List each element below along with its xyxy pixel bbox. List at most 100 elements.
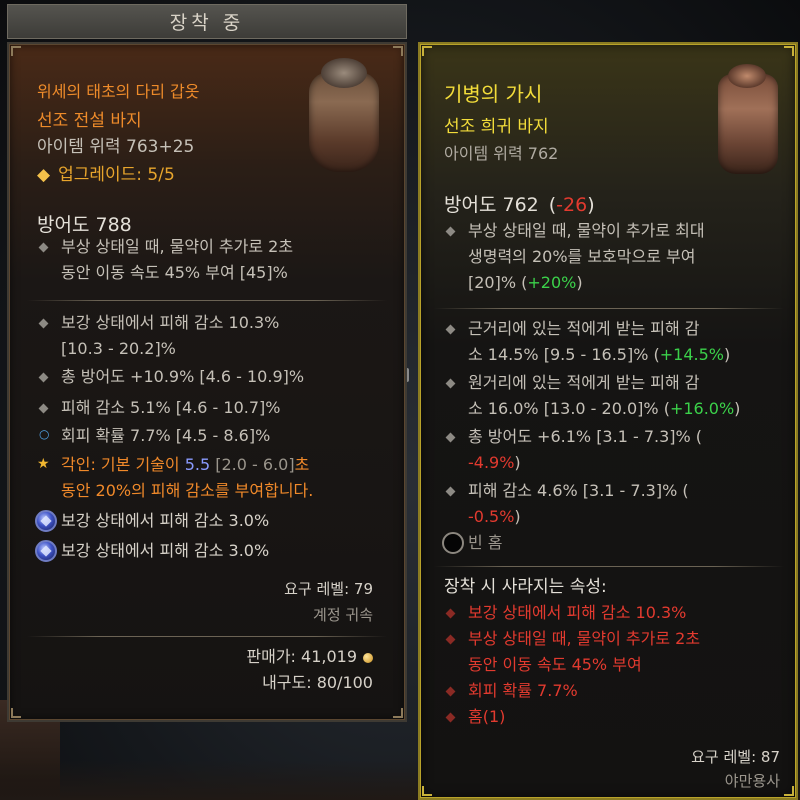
affix-line: 소 16.0% [13.0 - 20.0]% (+16.0%) [468, 396, 740, 422]
section-divider [27, 636, 387, 637]
diamond-bullet-icon [445, 486, 456, 497]
diamond-bullet-icon [445, 712, 456, 723]
aspect-line-1: 각인: 기본 기술이 5.5 [2.0 - 6.0]초 [61, 452, 309, 478]
affix-line: 피해 감소 5.1% [4.6 - 10.7]% [61, 398, 281, 417]
diamond-bullet-icon [445, 634, 456, 645]
frame-corner [784, 786, 794, 796]
affix-paren: ) [724, 345, 731, 364]
implicit-delta: +20% [527, 273, 577, 292]
affix-line: 소 14.5% [9.5 - 16.5]% (+14.5%) [468, 342, 730, 368]
frame-corner [11, 46, 21, 56]
equipped-tab: 장착 중 [7, 4, 407, 39]
upgrade-status: ◆ 업그레이드: 5/5 [37, 160, 175, 185]
item-power: 아이템 위력 763+25 [37, 137, 195, 157]
diamond-bullet-icon [38, 372, 49, 383]
gem-line: 보강 상태에서 피해 감소 3.0% [61, 541, 270, 560]
affix-line: 총 방어도 +10.9% [4.6 - 10.9]% [61, 367, 305, 386]
implicit-line-3: [20]% (+20%) [468, 270, 583, 296]
affix-delta: +16.0% [669, 399, 735, 418]
diamond-bullet-icon [445, 378, 456, 389]
item-name: 위세의 태초의 다리 갑옷 [37, 82, 200, 101]
diamond-bullet-icon [445, 226, 456, 237]
section-divider [434, 308, 784, 309]
sell-value: 판매가: 41,019 [246, 644, 373, 670]
upgrade-diamond-icon: ◆ [37, 165, 51, 185]
affix-line: 회피 확률 7.7% [4.5 - 8.6]% [61, 426, 271, 445]
aspect-value: 5.5 [184, 455, 211, 474]
diamond-bullet-icon [445, 686, 456, 697]
affix-delta: +14.5% [659, 345, 724, 364]
lost-affix-line: 동안 이동 속도 45% 부여 [468, 655, 642, 674]
aspect-star-icon: ★ [37, 456, 50, 472]
compared-item-tooltip: 기병의 가시 선조 희귀 바지 아이템 위력 762 방어도 762 (-26) … [418, 42, 798, 800]
sapphire-gem-icon [35, 540, 57, 562]
gold-coin-icon [363, 652, 373, 663]
diamond-bullet-icon [38, 318, 49, 329]
item-name: 기병의 가시 [444, 82, 543, 106]
item-type: 선조 희귀 바지 [444, 117, 549, 137]
section-divider [434, 566, 784, 567]
empty-socket-icon [442, 532, 464, 554]
armor-value: 방어도 788 [37, 214, 132, 236]
empty-socket-label: 빈 홈 [468, 533, 503, 552]
upgrade-text: 업그레이드: 5/5 [58, 165, 175, 185]
item-power: 아이템 위력 762 [444, 144, 559, 163]
frame-corner [784, 46, 794, 56]
implicit-line-1: 부상 상태일 때, 물약이 추가로 2초 [61, 237, 294, 256]
aspect-prefix: 각인: 기본 [61, 455, 136, 474]
class-requirement: 야만용사 [724, 772, 780, 790]
affix-text: 소 14.5% [9.5 - 16.5]% ( [468, 345, 660, 364]
armor-text: 방어도 762 [444, 194, 539, 216]
affix-text: 소 16.0% [13.0 - 20.0]% ( [468, 399, 670, 418]
frame-corner [422, 786, 432, 796]
affix-paren: ) [734, 399, 741, 418]
required-level: 요구 레벨: 79 [284, 580, 373, 598]
lost-affix-line: 보강 상태에서 피해 감소 10.3% [468, 603, 687, 622]
sell-value-text: 판매가: 41,019 [246, 647, 357, 666]
account-bound: 계정 귀속 [313, 606, 373, 624]
diamond-bullet-icon [445, 324, 456, 335]
implicit-paren: ) [576, 273, 583, 292]
diamond-bullet-icon [38, 403, 49, 414]
armor-delta: -26 [556, 194, 588, 216]
lost-affix-line: 부상 상태일 때, 물약이 추가로 2초 [468, 629, 701, 648]
frame-corner [11, 708, 21, 718]
aspect-skill: 기술이 [135, 455, 180, 474]
implicit-text: [20]% ( [468, 273, 528, 292]
frame-corner [393, 46, 403, 56]
implicit-line-2: 생명력의 20%를 보호막으로 부여 [468, 247, 696, 266]
affix-delta: -4.9% [468, 453, 515, 472]
affix-line: 피해 감소 4.6% [3.1 - 7.3]% ( [468, 481, 689, 500]
affix-line: 보강 상태에서 피해 감소 10.3% [61, 313, 280, 332]
diamond-bullet-icon [38, 242, 49, 253]
lost-affix-line: 홈(1) [468, 707, 506, 726]
affix-line: -0.5%) [468, 504, 521, 530]
frame-corner [393, 708, 403, 718]
item-type: 선조 전설 바지 [37, 111, 142, 131]
sapphire-gem-icon [35, 510, 57, 532]
aspect-suffix: 초 [294, 455, 310, 474]
lost-affixes-header: 장착 시 사라지는 속성: [444, 577, 607, 597]
affix-line: 근거리에 있는 적에게 받는 피해 감 [468, 319, 700, 338]
ring-bullet-icon: ○ [39, 427, 50, 441]
implicit-line-1: 부상 상태일 때, 물약이 추가로 최대 [468, 221, 705, 240]
equipped-item-tooltip: 위세의 태초의 다리 갑옷 선조 전설 바지 아이템 위력 763+25 ◆ 업그… [7, 42, 407, 722]
affix-paren: ) [514, 507, 521, 526]
affix-paren: ) [514, 453, 521, 472]
diamond-bullet-icon [445, 608, 456, 619]
diamond-bullet-icon [445, 432, 456, 443]
affix-line: [10.3 - 20.2]% [61, 339, 176, 358]
affix-delta: -0.5% [468, 507, 515, 526]
armor-paren: ) [587, 194, 595, 216]
lost-affix-line: 회피 확률 7.7% [468, 681, 578, 700]
durability: 내구도: 80/100 [262, 673, 373, 692]
section-divider [27, 300, 387, 301]
affix-line: 원거리에 있는 적에게 받는 피해 감 [468, 373, 700, 392]
aspect-range: [2.0 - 6.0] [210, 455, 295, 474]
gem-line: 보강 상태에서 피해 감소 3.0% [61, 511, 270, 530]
required-level: 요구 레벨: 87 [691, 748, 780, 766]
aspect-line-2: 동안 20%의 피해 감소를 부여합니다. [61, 481, 314, 500]
legendary-pants-icon [309, 58, 379, 172]
frame-corner [422, 46, 432, 56]
armor-value: 방어도 762 (-26) [444, 190, 595, 217]
